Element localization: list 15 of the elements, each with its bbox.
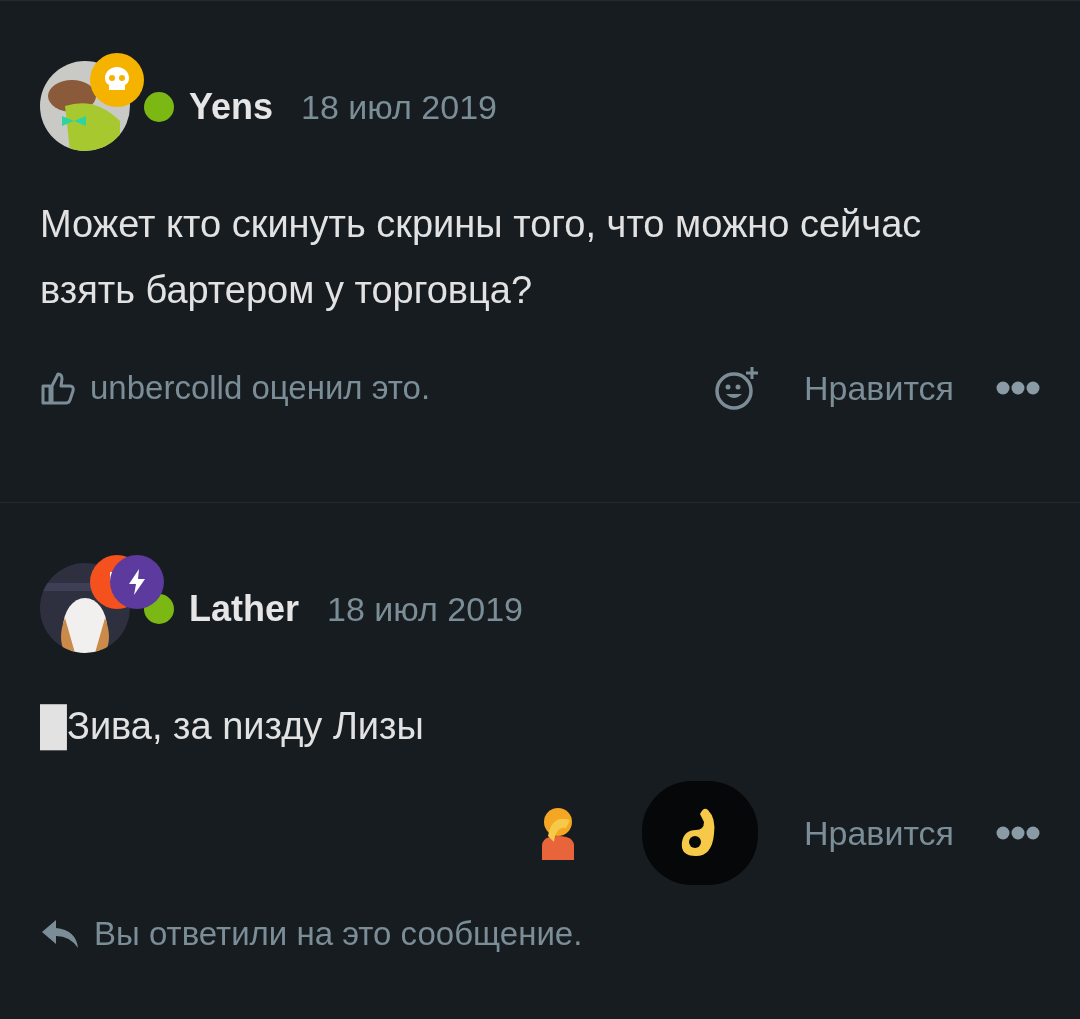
post-text: Может кто скинуть скрины того, что можно сейчас взять бартером у торговца? (40, 202, 923, 313)
more-button[interactable] (996, 381, 1040, 395)
like-button[interactable]: Нравится (803, 813, 954, 853)
author-name[interactable]: Lather (189, 588, 300, 630)
author-name[interactable]: Yens (189, 86, 274, 128)
thumbs-up-icon (40, 370, 76, 406)
post-date: 18 июл 2019 (327, 589, 523, 629)
reply-notice: Вы ответили на это сообщение. (94, 915, 583, 953)
post-date: 18 июл 2019 (301, 87, 497, 127)
more-button[interactable] (996, 826, 1040, 840)
like-button[interactable]: Нравится (803, 368, 954, 408)
post-text: █Зива, за nизду Лизы (40, 693, 1000, 759)
add-reaction-icon[interactable] (713, 365, 758, 411)
reply-icon (40, 918, 80, 950)
liked-by-text: unbercolld оценил это. (90, 369, 431, 407)
